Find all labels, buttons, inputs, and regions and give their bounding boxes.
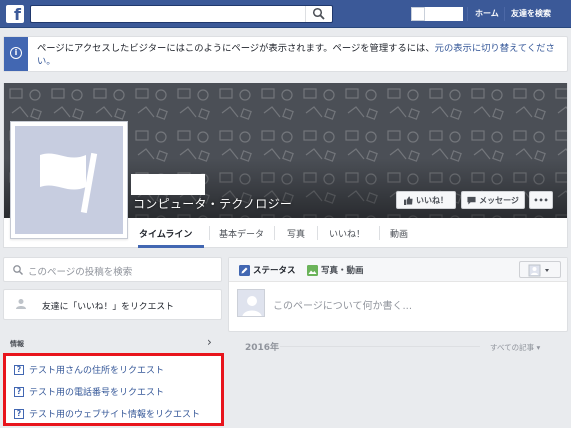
- home-link[interactable]: ホーム: [475, 8, 499, 19]
- tab-divider: [274, 226, 275, 240]
- notice-message: ページにアクセスしたビジターにはこのようにページが表示されます。ページを管理する…: [37, 42, 562, 68]
- pencil-icon: [239, 264, 250, 276]
- user-avatar[interactable]: [411, 7, 425, 21]
- page-category: コンピュータ・テクノロジー: [133, 197, 293, 211]
- visitor-view-notice: i ページにアクセスしたビジターにはこのようにページが表示されます。ページを管理…: [3, 36, 568, 72]
- composer-prompt[interactable]: このページについて何か書く...: [273, 297, 412, 312]
- message-button[interactable]: メッセージ: [461, 191, 525, 209]
- more-button[interactable]: •••: [529, 191, 553, 209]
- tab-divider: [209, 226, 210, 240]
- highlighted-info-requests: ? テスト用さんの住所をリクエスト ? テスト用の電話番号をリクエスト ? テス…: [3, 353, 224, 426]
- speech-bubble-icon: [467, 196, 476, 205]
- flag-icon: [40, 152, 98, 214]
- nav-divider: [504, 7, 505, 21]
- notice-icon-bar: i: [4, 37, 28, 71]
- question-icon: ?: [14, 364, 24, 375]
- request-website-link[interactable]: テスト用のウェブサイト情報をリクエスト: [29, 407, 200, 420]
- composer-header: ステータス 写真・動画: [229, 258, 567, 282]
- info-icon: i: [10, 47, 22, 59]
- search-divider: [305, 6, 306, 22]
- tab-divider: [379, 226, 380, 240]
- message-button-label: メッセージ: [479, 195, 519, 205]
- nav-divider: [467, 7, 468, 21]
- page-post-search[interactable]: このページの投稿を検索: [3, 257, 222, 282]
- search-input[interactable]: [30, 5, 333, 23]
- page-name-redacted: [131, 174, 205, 195]
- request-like-card[interactable]: 友達に「いいね！」をリクエスト: [3, 289, 222, 320]
- post-composer: ステータス 写真・動画 このページについて何か書く...: [228, 257, 568, 332]
- request-address-link[interactable]: テスト用さんの住所をリクエスト: [29, 363, 164, 376]
- all-posts-filter[interactable]: すべての記事 ▾: [490, 342, 540, 353]
- chevron-right-icon[interactable]: ›: [207, 335, 212, 349]
- composer-tab-photo-video[interactable]: 写真・動画: [307, 264, 364, 276]
- magnifier-icon[interactable]: [312, 7, 326, 21]
- composer-tab-status[interactable]: ステータス: [239, 264, 296, 276]
- search-icon: [13, 265, 24, 276]
- tab-about[interactable]: 基本データ: [219, 227, 264, 240]
- request-phone-link[interactable]: テスト用の電話番号をリクエスト: [29, 385, 164, 398]
- active-tab-indicator: [138, 245, 204, 248]
- composer-avatar: [237, 289, 265, 317]
- like-button[interactable]: いいね！: [396, 191, 456, 209]
- search-placeholder: このページの投稿を検索: [28, 267, 133, 278]
- user-name-redacted[interactable]: [425, 7, 463, 21]
- tab-divider: [317, 226, 318, 240]
- person-icon: [16, 299, 26, 309]
- profile-placeholder: [15, 126, 123, 234]
- tab-likes[interactable]: いいね！: [329, 227, 365, 240]
- question-icon: ?: [14, 408, 24, 419]
- facebook-logo-icon[interactable]: f: [6, 5, 24, 23]
- request-like-text: 友達に「いいね！」をリクエスト: [42, 302, 174, 312]
- request-phone-item[interactable]: ? テスト用の電話番号をリクエスト: [14, 385, 164, 398]
- profile-picture[interactable]: [10, 121, 128, 239]
- person-dropdown-icon: [528, 264, 549, 277]
- more-dots-icon: •••: [533, 195, 549, 205]
- like-button-label: いいね！: [416, 195, 448, 205]
- request-website-item[interactable]: ? テスト用のウェブサイト情報をリクエスト: [14, 407, 200, 420]
- tab-timeline[interactable]: タイムライン: [139, 227, 192, 240]
- top-navigation-bar: f ホーム 友達を検索: [0, 0, 571, 28]
- composer-tab-status-label: ステータス: [253, 266, 296, 276]
- tab-videos[interactable]: 動画: [390, 227, 408, 240]
- composer-tab-photo-label: 写真・動画: [321, 266, 364, 276]
- tab-photos[interactable]: 写真: [287, 227, 305, 240]
- default-avatar-icon: [242, 296, 262, 316]
- timeline-divider: [280, 346, 480, 347]
- thumbs-up-icon: [404, 195, 413, 205]
- info-section-title: 情報: [10, 340, 24, 348]
- find-friends-link[interactable]: 友達を検索: [511, 8, 551, 19]
- photo-icon: [307, 264, 318, 276]
- timeline-year: 2016年: [245, 343, 280, 353]
- request-address-item[interactable]: ? テスト用さんの住所をリクエスト: [14, 363, 164, 376]
- audience-selector-button[interactable]: [519, 261, 561, 278]
- question-icon: ?: [14, 386, 24, 397]
- notice-text: ページにアクセスしたビジターにはこのようにページが表示されます。ページを管理する…: [37, 43, 435, 54]
